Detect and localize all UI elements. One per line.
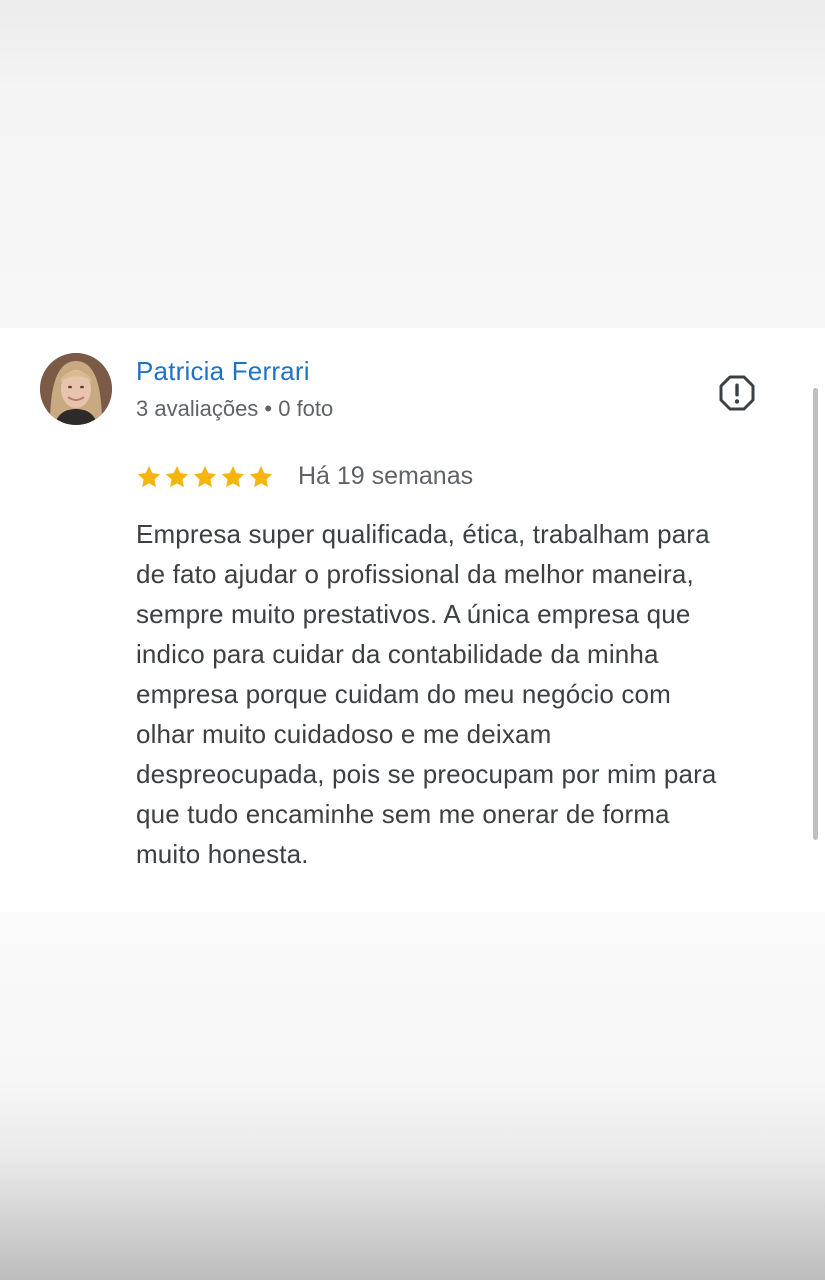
star-icon [165,465,189,487]
reviewer-meta: 3 avaliações • 0 foto [136,396,334,421]
review-text-line: sempre muito prestativos. A única empres… [136,599,691,629]
review-text-line: empresa porque cuidam do meu negócio com [136,679,671,709]
review-text: Empresa super qualificada, ética, trabal… [136,514,786,874]
report-flag-icon [719,375,755,411]
review-text-line: que tudo encaminhe sem me onerar de form… [136,799,670,829]
review-card: Patricia Ferrari 3 avaliações • 0 foto H… [0,328,825,912]
avatar-photo [40,353,112,425]
review-text-line: indico para cuidar da contabilidade da m… [136,639,659,669]
report-button[interactable] [716,372,758,414]
review-date: Há 19 semanas [298,462,474,490]
review-text-line: olhar muito cuidadoso e me deixam [136,719,552,749]
star-icon [221,465,245,487]
star-icon [249,465,273,487]
review-text-line: Empresa super qualificada, ética, trabal… [136,519,710,549]
review-text-line: de fato ajudar o profissional da melhor … [136,559,694,589]
review-text-line: despreocupada, pois se preocupam por mim… [136,759,717,789]
rating-row: Há 19 semanas [136,462,473,491]
review-text-line: muito honesta. [136,839,309,869]
star-icon [193,465,217,487]
reviewer-name[interactable]: Patricia Ferrari [136,356,310,387]
star-rating [136,464,274,490]
star-icon [137,465,161,487]
scrollbar[interactable] [813,388,818,840]
avatar[interactable] [40,353,112,425]
